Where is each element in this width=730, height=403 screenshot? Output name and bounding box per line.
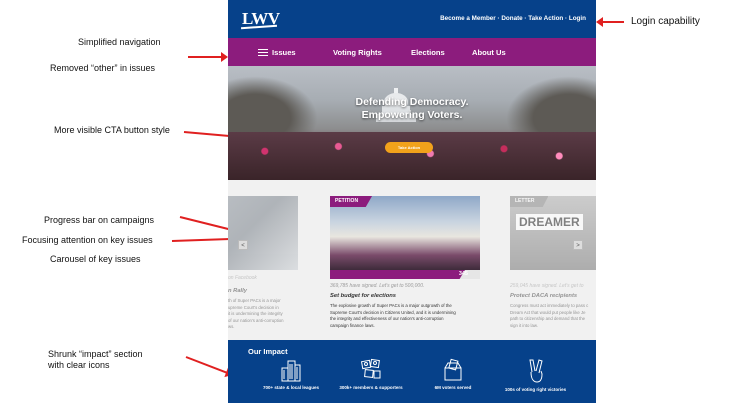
impact-stat-members: 300k+ members & supporters [331, 358, 411, 390]
nav-item-about-us[interactable]: About Us [472, 48, 506, 57]
take-action-button[interactable]: Take Action [385, 142, 433, 153]
nav-item-issues[interactable]: Issues [272, 48, 296, 57]
campaign-right-signed: 259,045 have signed. Let's get to [510, 283, 584, 289]
impact-stat-leagues: 700+ state & local leagues [256, 358, 326, 390]
annotation-login: Login capability [631, 16, 700, 27]
campaign-center-signed: 369,785 have signed. Let's get to 500,00… [330, 283, 425, 289]
hero-crowd [228, 132, 596, 180]
hero-banner: Defending Democracy. Empowering Voters. … [228, 66, 596, 180]
campaign-right-title: Protect DACA recipients [510, 293, 578, 299]
nav-item-voting-rights[interactable]: Voting Rights [333, 48, 382, 57]
impact-title: Our Impact [248, 347, 288, 356]
impact-stat-label: 6M voters served [434, 385, 472, 390]
campaign-center-title: Set budget for elections [330, 293, 397, 299]
campaign-right-desc: Congress must act immediately to pass c … [510, 303, 589, 328]
website-mockup: LWV Become a Member · Donate · Take Acti… [228, 0, 596, 403]
campaign-photo-right: LETTER DREAMER [510, 196, 596, 270]
campaign-photo-left [228, 196, 298, 270]
campaign-card-right[interactable]: LETTER DREAMER 259,045 have signed. Let'… [510, 196, 596, 328]
arrow-impact [185, 356, 228, 374]
impact-section: Our Impact 700+ state & local leagues 30… [228, 340, 596, 403]
campaign-center-desc: The explosive growth of Super PACs is a … [330, 303, 456, 328]
campaign-carousel: on Facebook n Rally th of Super PACs is … [228, 180, 596, 340]
arrow-login [596, 17, 624, 27]
top-links[interactable]: Become a Member · Donate · Take Action ·… [440, 15, 586, 22]
impact-stat-label: 100s of voting right victories [504, 387, 567, 392]
campaign-left-title: n Rally [228, 288, 248, 294]
annotation-progress: Progress bar on campaigns [44, 215, 155, 225]
annotation-focus: Focusing attention on key issues [22, 235, 153, 245]
main-nav: Issues Voting Rights Elections About Us [228, 38, 596, 66]
hero-line-1: Defending Democracy. [355, 96, 469, 108]
header: LWV Become a Member · Donate · Take Acti… [228, 0, 596, 38]
annotation-carousel: Carousel of key issues [50, 254, 141, 264]
campaign-progress-label: 345 [458, 271, 468, 277]
hamburger-icon[interactable] [258, 49, 268, 56]
petition-tag: PETITION [330, 196, 373, 207]
impact-stat-label: 700+ state & local leagues [263, 385, 319, 390]
annotation-cta: More visible CTA button style [54, 125, 170, 135]
nav-item-elections[interactable]: Elections [411, 48, 445, 57]
impact-stat-voters: 6M voters served [423, 358, 483, 390]
annotation-impact-2: with clear icons [48, 360, 110, 370]
hero-line-2: Empowering Voters. [361, 109, 463, 121]
campaign-card-center[interactable]: PETITION 345 369,785 have signed. Let's … [330, 196, 480, 328]
impact-stat-label: 300k+ members & supporters [339, 385, 403, 390]
campaign-photo-center: PETITION [330, 196, 480, 270]
people-icon [360, 358, 381, 379]
carousel-next-button[interactable]: > [573, 240, 583, 250]
victory-hand-icon [528, 359, 543, 383]
arrow-focus [171, 237, 230, 242]
carousel-prev-button[interactable]: < [238, 240, 248, 250]
campaign-left-desc: th of Super PACs is a major upreme Court… [228, 298, 284, 330]
dreamer-sign: DREAMER [516, 214, 583, 230]
buildings-icon [281, 360, 301, 382]
campaign-progress-bar [330, 270, 465, 279]
hero-title: Defending Democracy. Empowering Voters. [228, 96, 596, 122]
campaign-left-sub: on Facebook [228, 275, 257, 281]
arrow-nav [188, 52, 228, 62]
ballot-box-icon [444, 358, 462, 381]
slide: Login capability Simplified navigation R… [0, 0, 730, 403]
annotation-nav: Simplified navigation [78, 37, 161, 47]
campaign-card-left[interactable]: on Facebook n Rally th of Super PACs is … [228, 196, 298, 329]
annotation-removed: Removed “other” in issues [50, 63, 156, 73]
letter-tag: LETTER [510, 196, 549, 207]
impact-stat-victories: 100s of voting right victories [493, 358, 578, 392]
